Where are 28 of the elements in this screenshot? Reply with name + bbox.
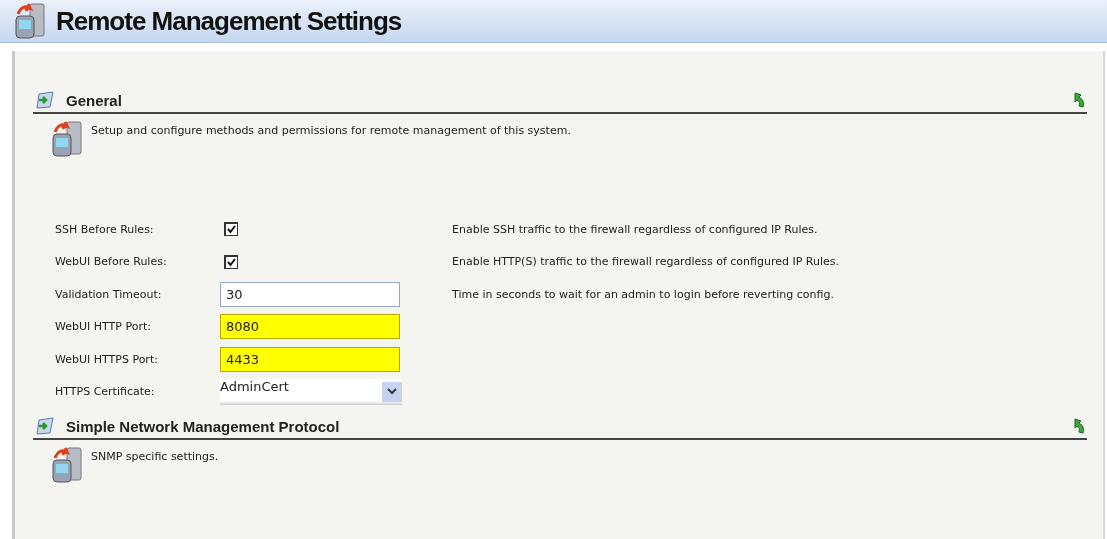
checkbox[interactable]	[224, 222, 238, 237]
input-field[interactable]: 30	[220, 281, 400, 307]
chevron-down-icon	[382, 381, 402, 402]
checkbox[interactable]	[224, 254, 238, 269]
field-label: WebUI HTTPS Port:	[55, 352, 159, 366]
field-label: Validation Timeout:	[55, 287, 163, 301]
section-description: Setup and configure methods and permissions for remote management of this system.	[91, 123, 571, 139]
field-label: WebUI Before Rules:	[55, 255, 168, 269]
section-description: SNMP specific settings.	[91, 449, 219, 465]
input-field[interactable]: 4433	[220, 346, 400, 372]
dropdown[interactable]: AdminCert	[220, 378, 402, 405]
computer-icon	[51, 446, 85, 484]
input-field[interactable]: 8080	[220, 314, 400, 340]
field-label: HTTPS Certificate:	[55, 385, 156, 399]
back-arrow-icon[interactable]	[1073, 92, 1087, 108]
field-label: WebUI HTTP Port:	[55, 320, 152, 334]
folder-arrow-icon	[36, 417, 56, 435]
section-title: Simple Network Management Protocol	[66, 417, 341, 435]
help-text: Time in seconds to wait for an admin to login before reverting config.	[452, 287, 835, 301]
section-title: General	[66, 91, 123, 109]
page-title: Remote Management Settings	[56, 5, 402, 37]
help-text: Enable SSH traffic to the firewall regardless of configured IP Rules.	[452, 222, 819, 236]
back-arrow-icon[interactable]	[1073, 418, 1087, 434]
computer-icon	[14, 2, 48, 40]
folder-arrow-icon	[36, 91, 56, 109]
help-text: Enable HTTP(S) traffic to the firewall regardless of configured IP Rules.	[452, 255, 840, 269]
computer-icon	[51, 120, 85, 158]
field-label: SSH Before Rules:	[55, 222, 155, 236]
